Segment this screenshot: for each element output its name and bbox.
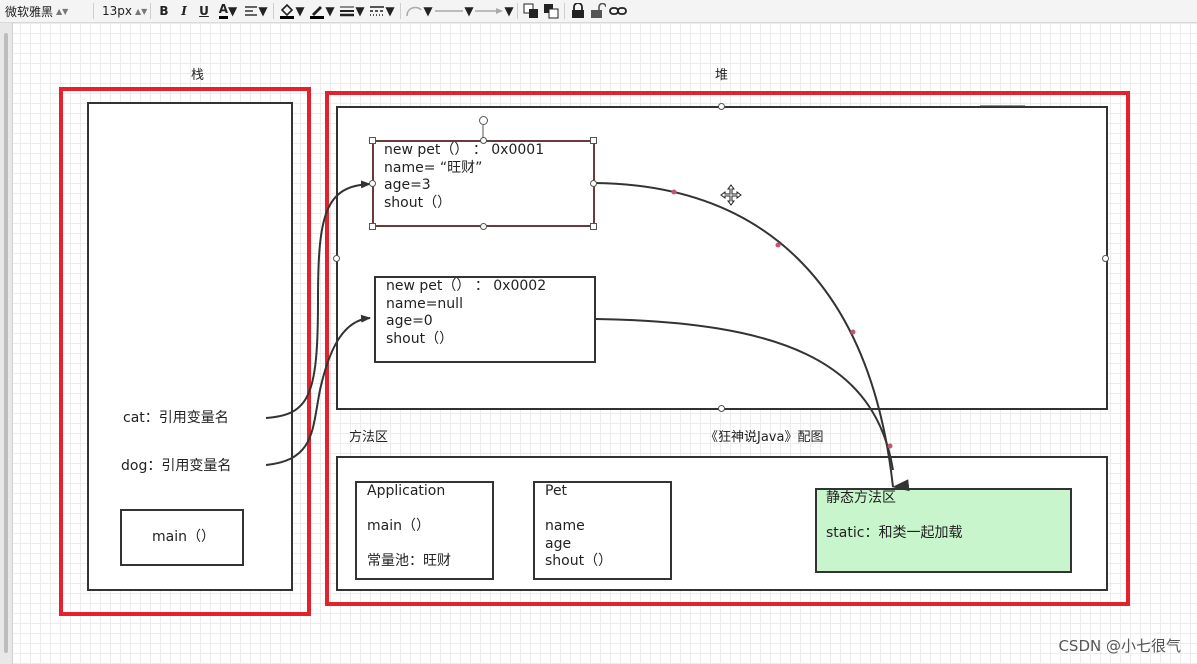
chevron-down-icon: ▼ (355, 4, 365, 18)
stack-label: 栈 (191, 68, 205, 83)
line-color-button[interactable]: ▼ (307, 0, 337, 22)
chevron-down-icon: ▼ (325, 4, 335, 18)
caption-label: 《狂神说Java》配图 (705, 430, 824, 445)
font-color-button[interactable]: A ▼ (214, 0, 242, 22)
italic-button[interactable]: I (174, 0, 194, 22)
stepper-icon: ▲▼ (135, 6, 148, 16)
chevron-down-icon: ▲▼ (56, 6, 69, 16)
pet-method-shout: shout（） (545, 553, 613, 569)
chevron-down-icon: ▼ (385, 4, 395, 18)
unlock-button[interactable] (588, 0, 608, 22)
line-dash-icon (370, 6, 385, 16)
line-start-button[interactable]: ▼ (434, 0, 474, 22)
vertical-scrollbar[interactable] (0, 23, 13, 664)
font-family-value: 微软雅黑 (5, 4, 54, 19)
toolbar-divider (93, 3, 94, 19)
bring-to-front-icon (523, 3, 538, 18)
lock-button[interactable] (568, 0, 588, 22)
font-size-value: 13px (102, 4, 132, 18)
line-width-button[interactable]: ▼ (337, 0, 367, 22)
chevron-down-icon: ▼ (228, 4, 238, 18)
pet-title: Pet (545, 483, 568, 499)
resize-handle-ne[interactable] (590, 137, 597, 144)
toolbar-divider (564, 3, 565, 19)
connector-curve-button[interactable]: ▼ (404, 0, 434, 22)
toolbar-divider (400, 3, 401, 19)
heap-connect-point-right[interactable] (1102, 255, 1109, 262)
curve-connector-icon (406, 6, 423, 17)
static-method-area-title: 静态方法区 (826, 490, 896, 506)
cat-reference-label: cat：引用变量名 (123, 410, 229, 426)
application-main-method: main（） (367, 518, 430, 534)
bold-button[interactable]: B (154, 0, 174, 22)
arrow-end-icon (475, 8, 504, 14)
scrollbar-thumb[interactable] (4, 33, 8, 653)
line-end-button[interactable]: ▼ (474, 0, 514, 22)
font-color-icon: A (218, 3, 229, 19)
application-title: Application (367, 483, 446, 499)
link-icon (609, 7, 627, 15)
heap-object-dog-text: new pet（） ： 0x0002 name=null age=0 shout… (386, 278, 546, 348)
pet-field-age: age (545, 535, 572, 552)
resize-handle-sw[interactable] (369, 223, 376, 230)
heap-object-cat-header: new pet（） ： 0x0001 (384, 142, 545, 158)
toolbar-divider (273, 3, 274, 19)
heap-label: 堆 (715, 68, 729, 83)
resize-handle-nw[interactable] (369, 137, 376, 144)
unlock-icon (591, 3, 606, 18)
resize-handle-w[interactable] (369, 180, 376, 187)
dog-reference-label: dog：引用变量名 (121, 458, 232, 474)
font-size-select[interactable]: 13px ▲▼ (97, 0, 147, 22)
heap-object-cat-shout: shout（） (384, 194, 452, 211)
lock-icon (572, 3, 584, 18)
chevron-down-icon: ▼ (295, 4, 305, 18)
heap-object-dog-header: new pet（） ： 0x0002 (386, 278, 547, 294)
font-family-select[interactable]: 微软雅黑 ▲▼ (0, 0, 90, 22)
toolbar-divider (150, 3, 151, 19)
application-constant-pool: 常量池：旺财 (367, 553, 451, 569)
watermark: CSDN @小七很气 (1058, 637, 1181, 655)
line-start-icon (435, 10, 464, 12)
heap-object-dog-name: name=null (386, 295, 463, 312)
heap-object-cat-name: name= “旺财” (384, 159, 483, 176)
toolbar-divider (517, 3, 518, 19)
pet-fields: name age shout（） (545, 518, 612, 571)
heap-object-dog-age: age=0 (386, 313, 433, 329)
method-area-label: 方法区 (349, 430, 389, 445)
line-width-icon (340, 6, 355, 17)
heap-object-cat-age: age=3 (384, 177, 431, 193)
main-method-label: main（） (152, 529, 215, 545)
fill-color-button[interactable]: ▼ (277, 0, 307, 22)
chevron-down-icon: ▼ (504, 4, 514, 18)
heap-connect-point-bottom[interactable] (718, 405, 725, 412)
align-left-icon (245, 6, 258, 16)
line-style-button[interactable]: ▼ (367, 0, 397, 22)
pet-field-name: name (545, 518, 585, 534)
rotate-handle[interactable] (479, 116, 488, 125)
chevron-down-icon: ▼ (464, 4, 474, 18)
send-to-back-icon (544, 4, 559, 19)
send-back-button[interactable] (541, 0, 561, 22)
chevron-down-icon: ▼ (258, 4, 268, 18)
heap-connect-point-top[interactable] (718, 103, 725, 110)
bring-front-button[interactable] (521, 0, 541, 22)
underline-button[interactable]: U (194, 0, 214, 22)
resize-handle-n[interactable] (480, 137, 487, 144)
pen-icon (310, 6, 325, 19)
toolbar: 微软雅黑 ▲▼ 13px ▲▼ B I U A ▼ ▼ ▼ ▼ ▼ ▼ ▼ ▼ (0, 0, 1197, 23)
heap-object-cat-text: new pet（） ： 0x0001 name= “旺财” age=3 shou… (384, 142, 544, 212)
static-method-area-desc: static：和类一起加载 (826, 525, 963, 541)
resize-handle-s[interactable] (480, 223, 487, 230)
heap-connect-point-left[interactable] (333, 255, 340, 262)
resize-handle-e[interactable] (590, 180, 597, 187)
paint-bucket-icon (280, 3, 295, 19)
chevron-down-icon: ▼ (423, 4, 433, 18)
resize-handle-se[interactable] (590, 223, 597, 230)
align-button[interactable]: ▼ (242, 0, 270, 22)
heap-object-dog-shout: shout（） (386, 330, 454, 347)
link-button[interactable] (608, 0, 628, 22)
